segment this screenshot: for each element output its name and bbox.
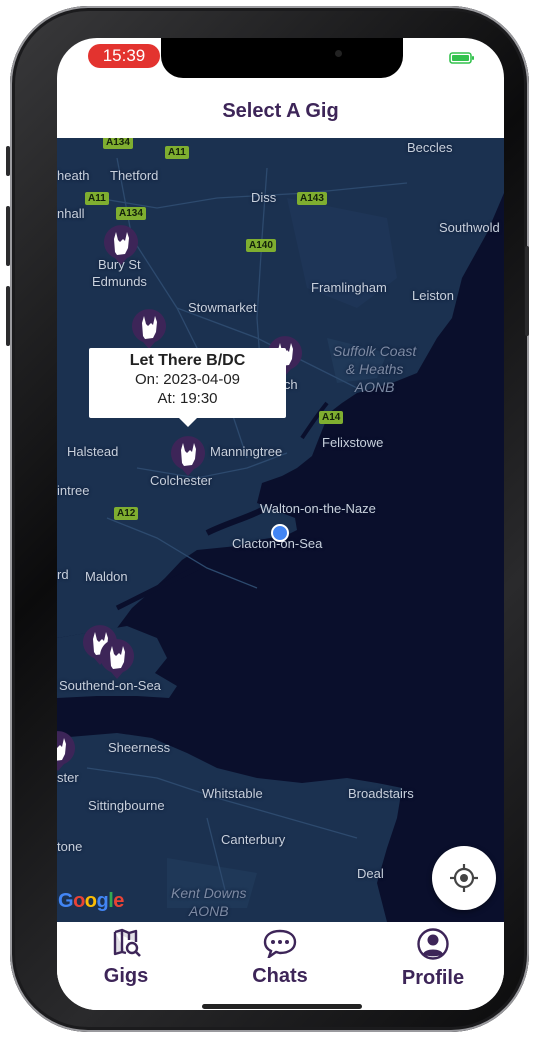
place-label: Deal [357,866,384,881]
aonb-label: Suffolk Coast & Heaths AONB [333,343,417,395]
place-label: Sheerness [108,740,171,755]
place-label: Stowmarket [188,300,257,315]
place-label: Manningtree [210,444,283,459]
place-label: Whitstable [202,786,263,801]
gig-marker-rock-hand-icon-selected[interactable] [169,435,207,477]
road-shield: A12 [114,507,139,520]
place-label: Southend-on-Sea [59,678,161,693]
tab-profile-label: Profile [401,967,465,989]
road-shield: A134 [116,207,146,220]
road-shield: A134 [103,138,133,149]
aonb-label: Kent Downs AONB [171,885,247,919]
place-label: ster [57,770,79,785]
place-label: Leiston [412,288,454,303]
gig-title: Let There B/DC [129,352,246,369]
gig-marker-rock-hand-icon[interactable] [98,638,136,680]
gig-info-callout[interactable]: Let There B/DC On: 2023-04-09 At: 19:30 [89,348,286,427]
place-label: Sittingbourne [88,798,165,813]
tab-chats-label: Chats [252,965,308,987]
place-label: Broadstairs [348,786,414,801]
gig-date: On: 2023-04-09 [134,371,241,388]
page-title: Select A Gig [57,78,504,138]
my-location-button[interactable] [432,846,496,910]
volume-up-button [6,206,10,266]
road-shield: A11 [165,146,189,159]
screen: 15:39 Select A Gig A134 A11 A11 A134 A14… [57,38,504,1010]
place-label: Edmunds [92,274,147,289]
place-label: intree [57,483,90,498]
place-label: Thetford [110,168,159,183]
road-shield: A14 [319,411,344,424]
road-shield: A143 [297,192,327,205]
tab-chats[interactable]: Chats [225,928,335,988]
bottom-tab-bar: Gigs Chats Profile [57,922,504,1010]
current-location-dot [271,524,289,542]
place-label: Canterbury [221,832,286,847]
place-label: Framlingham [311,280,387,295]
volume-down-button [6,286,10,346]
place-label: Halstead [67,444,119,459]
status-time: 15:39 [88,44,160,68]
place-label: Maldon [85,569,128,584]
place-label: Felixstowe [322,435,384,450]
place-label: tone [57,839,83,854]
notch [161,38,403,78]
google-logo: Google [58,890,124,912]
place-label: heath [57,168,90,183]
place-label: Walton-on-the-Naze [260,501,376,516]
crosshair-icon [450,864,478,892]
user-circle-icon [417,928,449,960]
tab-gigs[interactable]: Gigs [71,928,181,988]
place-label: Southwold [439,220,500,235]
road-shield: A140 [246,239,276,252]
place-label: nhall [57,206,85,221]
phone-frame: 15:39 Select A Gig A134 A11 A11 A134 A14… [6,6,529,1032]
tab-gigs-label: Gigs [103,965,149,987]
chat-bubble-icon [263,929,297,961]
gig-time: At: 19:30 [157,390,218,407]
tab-profile[interactable]: Profile [378,928,488,990]
mute-switch [6,146,10,176]
power-button [525,246,529,336]
place-label: rd [57,567,69,582]
map-view[interactable]: A134 A11 A11 A134 A143 A140 A14 A12 Becc… [57,138,504,922]
gig-marker-rock-hand-icon[interactable] [102,224,140,266]
place-label: Beccles [407,140,453,155]
place-label: Diss [251,190,277,205]
map-search-icon [113,928,141,957]
road-shield: A11 [85,192,109,205]
gig-marker-rock-hand-icon[interactable] [130,308,168,350]
home-indicator [202,1004,362,1009]
gig-marker-rock-hand-icon[interactable] [57,730,77,772]
battery-icon [449,52,474,64]
